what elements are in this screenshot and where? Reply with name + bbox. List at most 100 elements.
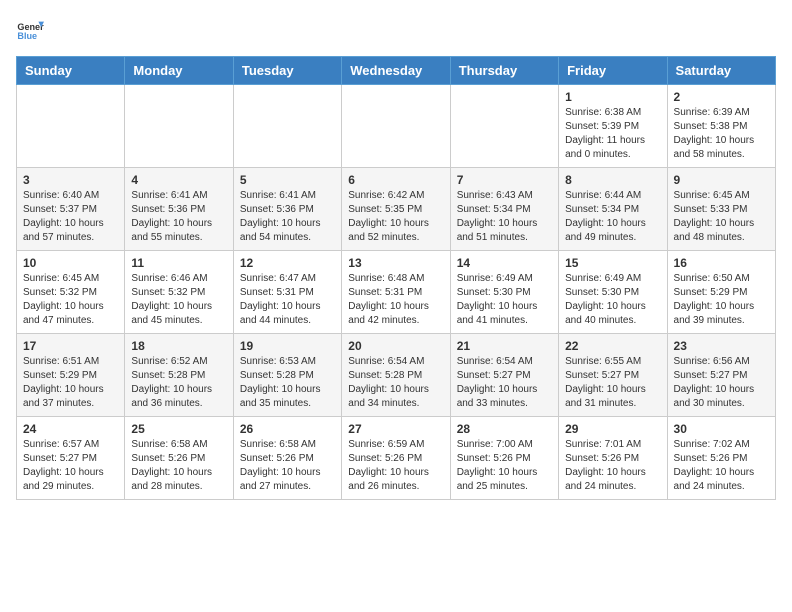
day-info: Sunrise: 6:40 AM Sunset: 5:37 PM Dayligh… — [23, 189, 118, 245]
day-info: Sunrise: 6:46 AM Sunset: 5:32 PM Dayligh… — [131, 272, 226, 328]
day-number: 6 — [348, 173, 443, 187]
day-info: Sunrise: 6:54 AM Sunset: 5:28 PM Dayligh… — [348, 355, 443, 411]
day-number: 10 — [23, 256, 118, 270]
calendar-week-5: 24 Sunrise: 6:57 AM Sunset: 5:27 PM Dayli… — [17, 417, 776, 500]
day-number: 23 — [674, 339, 769, 353]
weekday-header-tuesday: Tuesday — [233, 57, 341, 85]
day-info: Sunrise: 6:42 AM Sunset: 5:35 PM Dayligh… — [348, 189, 443, 245]
calendar-cell: 20 Sunrise: 6:54 AM Sunset: 5:28 PM Dayli… — [342, 334, 450, 417]
day-info: Sunrise: 6:39 AM Sunset: 5:38 PM Dayligh… — [674, 106, 769, 162]
calendar-cell: 18Sunrise: 6:52 AM Sunset: 5:28 PM Dayli… — [125, 334, 233, 417]
day-info: Sunrise: 6:53 AM Sunset: 5:28 PM Dayligh… — [240, 355, 335, 411]
calendar-cell: 16 Sunrise: 6:50 AM Sunset: 5:29 PM Dayli… — [667, 251, 775, 334]
calendar-cell — [342, 85, 450, 168]
weekday-header-monday: Monday — [125, 57, 233, 85]
calendar-cell: 19 Sunrise: 6:53 AM Sunset: 5:28 PM Dayli… — [233, 334, 341, 417]
day-number: 27 — [348, 422, 443, 436]
day-info: Sunrise: 6:49 AM Sunset: 5:30 PM Dayligh… — [457, 272, 552, 328]
calendar-cell: 7 Sunrise: 6:43 AM Sunset: 5:34 PM Daylig… — [450, 168, 558, 251]
day-number: 24 — [23, 422, 118, 436]
logo-icon: General Blue — [16, 16, 44, 44]
weekday-header-wednesday: Wednesday — [342, 57, 450, 85]
day-info: Sunrise: 6:50 AM Sunset: 5:29 PM Dayligh… — [674, 272, 769, 328]
day-info: Sunrise: 6:58 AM Sunset: 5:26 PM Dayligh… — [131, 438, 226, 494]
day-number: 15 — [565, 256, 660, 270]
day-info: Sunrise: 6:45 AM Sunset: 5:33 PM Dayligh… — [674, 189, 769, 245]
day-info: Sunrise: 7:01 AM Sunset: 5:26 PM Dayligh… — [565, 438, 660, 494]
day-number: 7 — [457, 173, 552, 187]
day-info: Sunrise: 6:54 AM Sunset: 5:27 PM Dayligh… — [457, 355, 552, 411]
day-number: 1 — [565, 90, 660, 104]
day-number: 25 — [131, 422, 226, 436]
calendar-cell: 23 Sunrise: 6:56 AM Sunset: 5:27 PM Dayli… — [667, 334, 775, 417]
calendar-cell: 1Sunrise: 6:38 AM Sunset: 5:39 PM Daylig… — [559, 85, 667, 168]
calendar-cell: 21 Sunrise: 6:54 AM Sunset: 5:27 PM Dayli… — [450, 334, 558, 417]
day-number: 18 — [131, 339, 226, 353]
day-number: 17 — [23, 339, 118, 353]
calendar-cell: 8Sunrise: 6:44 AM Sunset: 5:34 PM Daylig… — [559, 168, 667, 251]
day-info: Sunrise: 6:48 AM Sunset: 5:31 PM Dayligh… — [348, 272, 443, 328]
calendar-week-2: 3 Sunrise: 6:40 AM Sunset: 5:37 PM Daylig… — [17, 168, 776, 251]
calendar-week-3: 10Sunrise: 6:45 AM Sunset: 5:32 PM Dayli… — [17, 251, 776, 334]
day-number: 20 — [348, 339, 443, 353]
calendar-cell: 6 Sunrise: 6:42 AM Sunset: 5:35 PM Daylig… — [342, 168, 450, 251]
day-info: Sunrise: 6:55 AM Sunset: 5:27 PM Dayligh… — [565, 355, 660, 411]
day-number: 13 — [348, 256, 443, 270]
day-info: Sunrise: 6:57 AM Sunset: 5:27 PM Dayligh… — [23, 438, 118, 494]
day-info: Sunrise: 6:49 AM Sunset: 5:30 PM Dayligh… — [565, 272, 660, 328]
day-info: Sunrise: 6:41 AM Sunset: 5:36 PM Dayligh… — [131, 189, 226, 245]
calendar-cell: 22 Sunrise: 6:55 AM Sunset: 5:27 PM Dayli… — [559, 334, 667, 417]
calendar-cell: 29 Sunrise: 7:01 AM Sunset: 5:26 PM Dayli… — [559, 417, 667, 500]
day-number: 19 — [240, 339, 335, 353]
calendar-cell: 3 Sunrise: 6:40 AM Sunset: 5:37 PM Daylig… — [17, 168, 125, 251]
weekday-header-friday: Friday — [559, 57, 667, 85]
calendar-cell — [233, 85, 341, 168]
calendar-cell: 24 Sunrise: 6:57 AM Sunset: 5:27 PM Dayli… — [17, 417, 125, 500]
calendar-cell: 26Sunrise: 6:58 AM Sunset: 5:26 PM Dayli… — [233, 417, 341, 500]
day-number: 30 — [674, 422, 769, 436]
weekday-header-saturday: Saturday — [667, 57, 775, 85]
logo: General Blue — [16, 16, 48, 44]
calendar-cell: 2 Sunrise: 6:39 AM Sunset: 5:38 PM Daylig… — [667, 85, 775, 168]
svg-text:Blue: Blue — [17, 31, 37, 41]
calendar-cell: 4 Sunrise: 6:41 AM Sunset: 5:36 PM Daylig… — [125, 168, 233, 251]
day-number: 4 — [131, 173, 226, 187]
day-number: 22 — [565, 339, 660, 353]
calendar-cell: 30 Sunrise: 7:02 AM Sunset: 5:26 PM Dayli… — [667, 417, 775, 500]
calendar-cell: 14 Sunrise: 6:49 AM Sunset: 5:30 PM Dayli… — [450, 251, 558, 334]
day-number: 8 — [565, 173, 660, 187]
day-number: 16 — [674, 256, 769, 270]
weekday-header-thursday: Thursday — [450, 57, 558, 85]
page-header: General Blue — [16, 16, 776, 44]
day-number: 14 — [457, 256, 552, 270]
calendar-cell: 27 Sunrise: 6:59 AM Sunset: 5:26 PM Dayli… — [342, 417, 450, 500]
calendar-cell: 5 Sunrise: 6:41 AM Sunset: 5:36 PM Daylig… — [233, 168, 341, 251]
day-number: 29 — [565, 422, 660, 436]
day-info: Sunrise: 6:43 AM Sunset: 5:34 PM Dayligh… — [457, 189, 552, 245]
day-info: Sunrise: 6:59 AM Sunset: 5:26 PM Dayligh… — [348, 438, 443, 494]
calendar-week-4: 17 Sunrise: 6:51 AM Sunset: 5:29 PM Dayli… — [17, 334, 776, 417]
calendar-week-1: 1Sunrise: 6:38 AM Sunset: 5:39 PM Daylig… — [17, 85, 776, 168]
day-number: 21 — [457, 339, 552, 353]
day-number: 28 — [457, 422, 552, 436]
day-info: Sunrise: 6:41 AM Sunset: 5:36 PM Dayligh… — [240, 189, 335, 245]
weekday-header-row: SundayMondayTuesdayWednesdayThursdayFrid… — [17, 57, 776, 85]
day-number: 5 — [240, 173, 335, 187]
calendar-cell: 11Sunrise: 6:46 AM Sunset: 5:32 PM Dayli… — [125, 251, 233, 334]
calendar-cell: 28 Sunrise: 7:00 AM Sunset: 5:26 PM Dayli… — [450, 417, 558, 500]
day-info: Sunrise: 6:51 AM Sunset: 5:29 PM Dayligh… — [23, 355, 118, 411]
day-number: 12 — [240, 256, 335, 270]
calendar-cell: 12Sunrise: 6:47 AM Sunset: 5:31 PM Dayli… — [233, 251, 341, 334]
day-info: Sunrise: 6:56 AM Sunset: 5:27 PM Dayligh… — [674, 355, 769, 411]
day-number: 2 — [674, 90, 769, 104]
calendar-cell — [17, 85, 125, 168]
calendar-cell: 13 Sunrise: 6:48 AM Sunset: 5:31 PM Dayli… — [342, 251, 450, 334]
weekday-header-sunday: Sunday — [17, 57, 125, 85]
day-number: 3 — [23, 173, 118, 187]
calendar-cell — [450, 85, 558, 168]
day-info: Sunrise: 6:58 AM Sunset: 5:26 PM Dayligh… — [240, 438, 335, 494]
calendar-cell: 17 Sunrise: 6:51 AM Sunset: 5:29 PM Dayli… — [17, 334, 125, 417]
day-info: Sunrise: 7:02 AM Sunset: 5:26 PM Dayligh… — [674, 438, 769, 494]
day-number: 9 — [674, 173, 769, 187]
day-info: Sunrise: 7:00 AM Sunset: 5:26 PM Dayligh… — [457, 438, 552, 494]
